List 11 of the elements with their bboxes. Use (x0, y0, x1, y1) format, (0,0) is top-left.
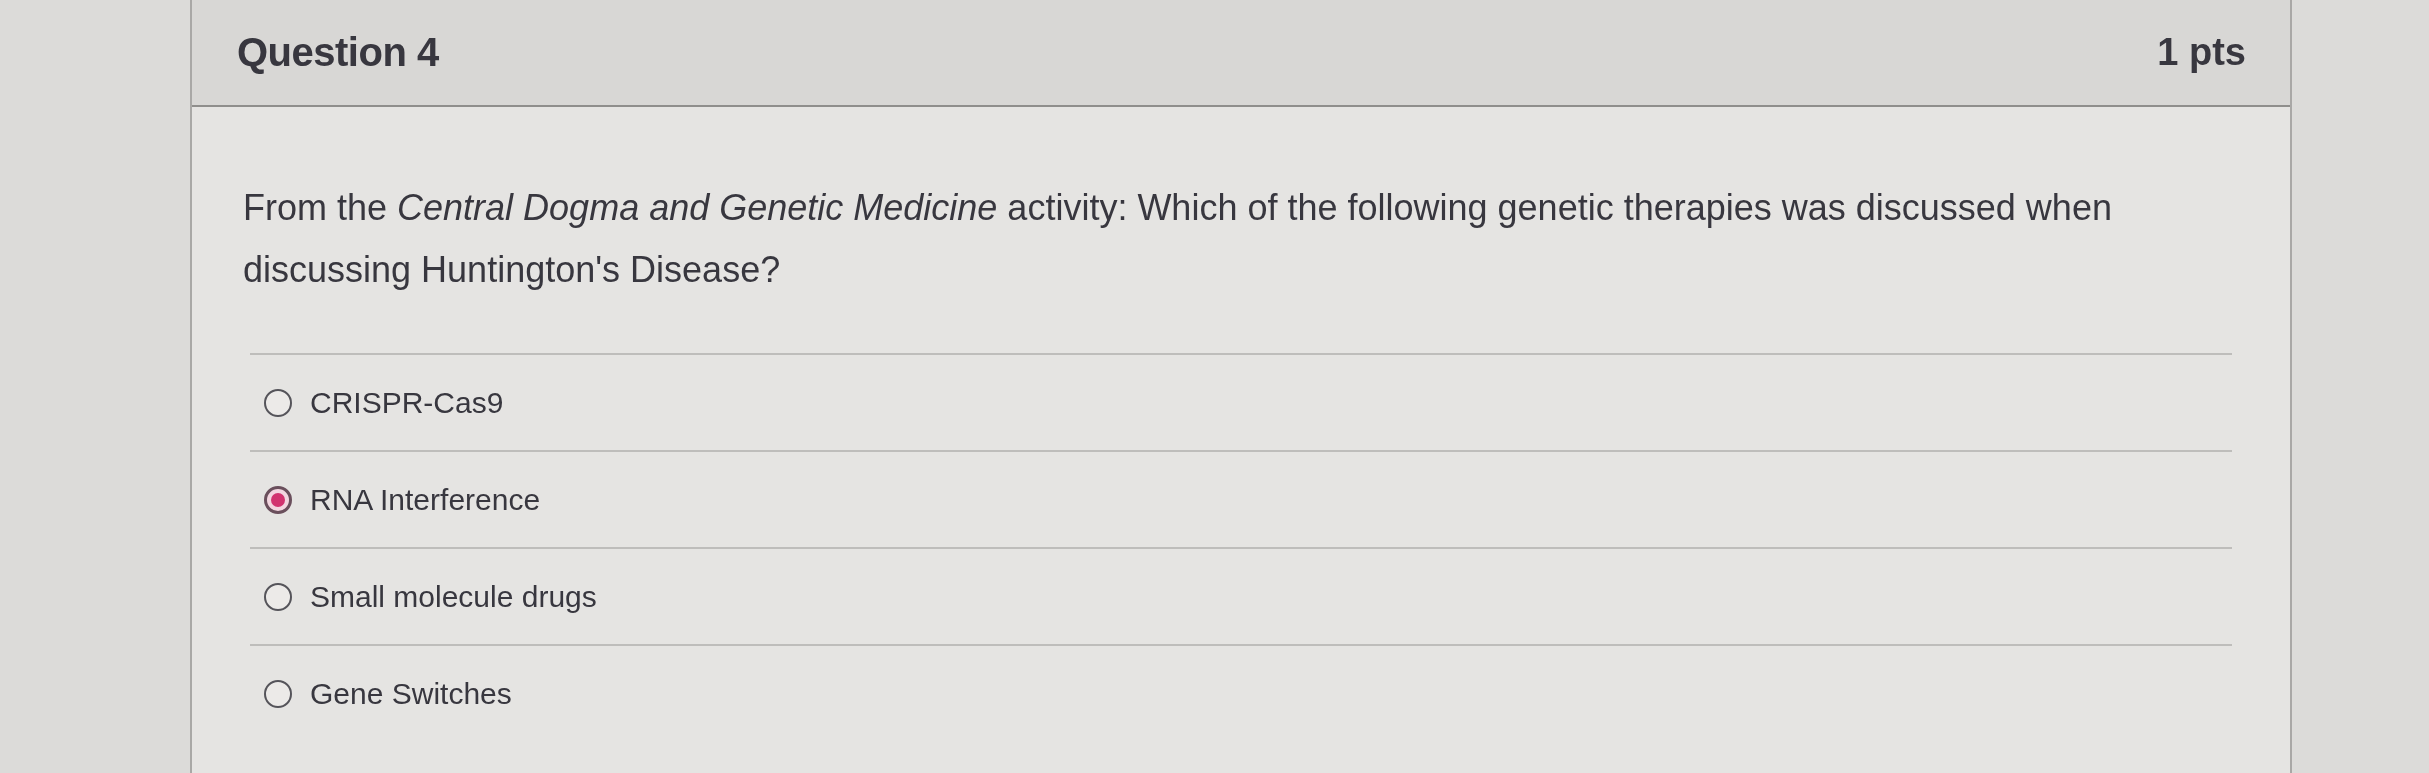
radio-button[interactable] (264, 582, 292, 611)
answer-label[interactable]: Gene Switches (310, 673, 512, 714)
radio-button[interactable] (264, 679, 292, 708)
answer-label[interactable]: Small molecule drugs (310, 576, 597, 617)
question-title: Question 4 (237, 30, 439, 75)
radio-button[interactable] (264, 388, 292, 417)
answer-label[interactable]: RNA Interference (310, 479, 541, 520)
question-text: From the Central Dogma and Genetic Medicine activity: Which of the following genetic therapies was discussed when discussing Huntington's Disease? (243, 186, 2113, 292)
radio-button[interactable] (264, 485, 292, 514)
answer-label[interactable]: CRISPR-Cas9 (310, 382, 504, 423)
points-label: 1 pts (2157, 31, 2246, 74)
